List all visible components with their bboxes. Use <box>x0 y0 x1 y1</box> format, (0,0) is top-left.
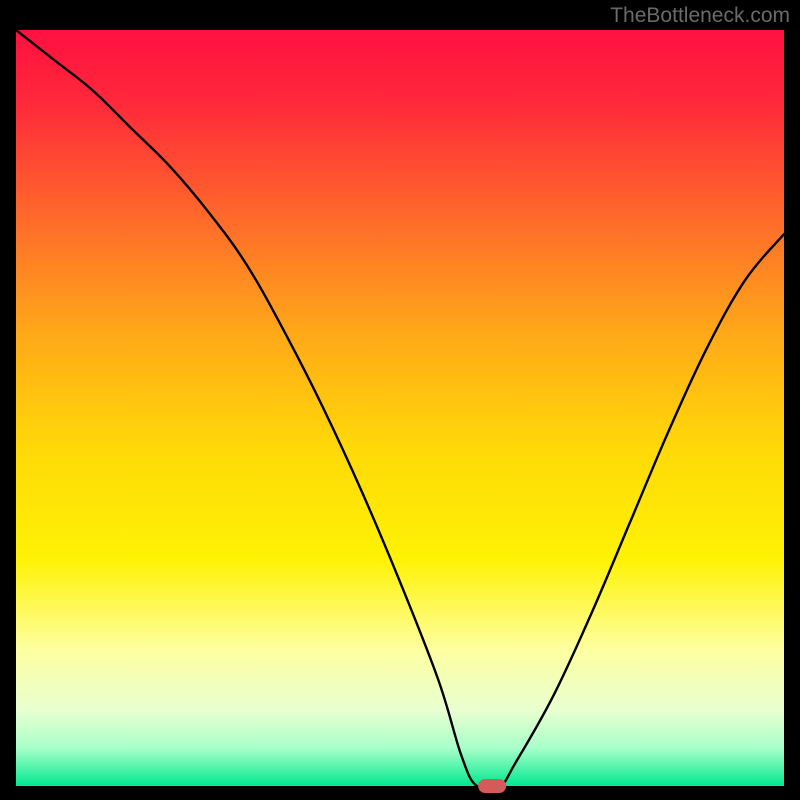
optimal-point-marker <box>478 779 506 793</box>
chart-plot-area <box>16 30 784 786</box>
bottleneck-chart <box>0 0 800 800</box>
attribution-label: TheBottleneck.com <box>610 4 790 28</box>
